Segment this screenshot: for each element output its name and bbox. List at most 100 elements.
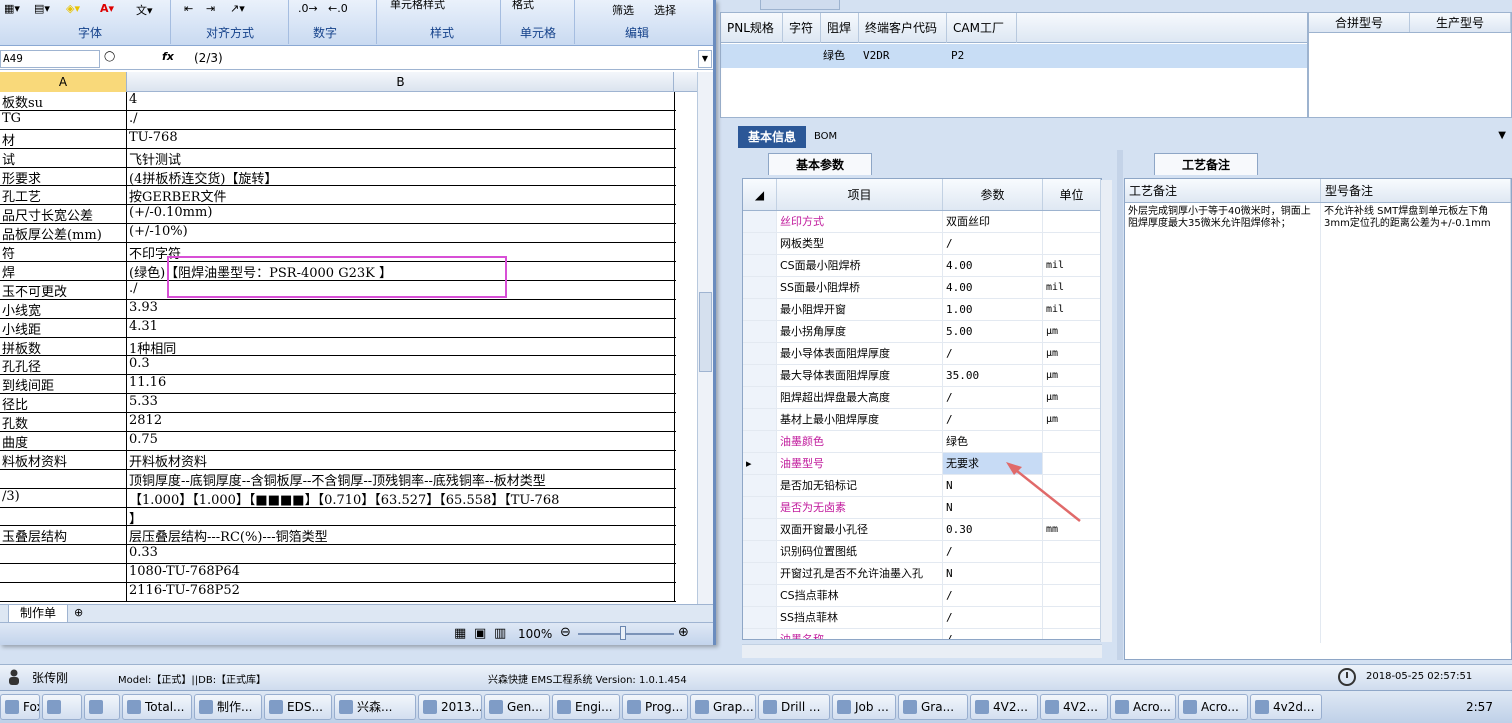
row-indicator[interactable] xyxy=(743,409,777,430)
cell-a[interactable]: 形要求 xyxy=(0,167,127,186)
cell-a[interactable] xyxy=(0,469,127,488)
sheet-row[interactable]: 小线宽 3.93 xyxy=(0,299,676,319)
fill-color-icon[interactable]: ◈▾ xyxy=(66,2,80,15)
page-layout-icon[interactable]: ▣ xyxy=(474,626,486,641)
cell-b[interactable]: 飞针测试 xyxy=(127,148,675,167)
params-vertical-scrollbar[interactable] xyxy=(1100,180,1112,642)
param-value[interactable]: 4.00 xyxy=(943,277,1043,298)
row-indicator[interactable] xyxy=(743,299,777,320)
col-merge-model[interactable]: 合拼型号 xyxy=(1309,13,1410,32)
current-row-indicator-icon[interactable]: ▸ xyxy=(743,453,777,474)
sheet-row[interactable]: 小线距 4.31 xyxy=(0,318,676,338)
param-value[interactable]: / xyxy=(943,607,1043,628)
decrease-decimal-icon[interactable]: ←.0 xyxy=(328,2,348,15)
taskbar-item[interactable]: Total... xyxy=(122,694,192,720)
param-value[interactable]: 绿色 xyxy=(943,431,1043,452)
cell-a[interactable]: 拼板数 xyxy=(0,337,127,356)
row-indicator[interactable] xyxy=(743,563,777,584)
col-param[interactable]: 参数 xyxy=(943,179,1043,210)
param-value[interactable]: 4.00 xyxy=(943,255,1043,276)
taskbar-item[interactable]: Job ... xyxy=(832,694,896,720)
row-indicator[interactable] xyxy=(743,343,777,364)
sheet-row[interactable]: 2116-TU-768P52 xyxy=(0,583,676,603)
cell-a[interactable]: 孔工艺 xyxy=(0,186,127,205)
model-notes-text[interactable]: 不允许补线 SMT焊盘到单元板左下角3mm定位孔的距离公差为+/-0.1mm xyxy=(1321,203,1511,643)
sheet-row[interactable]: 材 TU-768 xyxy=(0,129,676,149)
params-row[interactable]: 阻焊超出焊盘最大高度 / μm xyxy=(743,387,1101,409)
row-indicator[interactable] xyxy=(743,475,777,496)
cell-b[interactable]: 1种相同 xyxy=(127,337,675,356)
increase-decimal-icon[interactable]: .0→ xyxy=(298,2,318,15)
sheet-row[interactable]: 孔孔径 0.3 xyxy=(0,356,676,376)
taskbar-item[interactable]: Acro... xyxy=(1110,694,1176,720)
cell-a[interactable]: 玉不可更改 xyxy=(0,280,127,299)
tab-process-notes[interactable]: 工艺备注 xyxy=(1154,153,1258,175)
cell-a[interactable]: 玉叠层结构 xyxy=(0,526,127,545)
taskbar-item[interactable] xyxy=(42,694,82,720)
param-value[interactable]: 5.00 xyxy=(943,321,1043,342)
params-row[interactable]: CS面最小阻焊桥 4.00 mil xyxy=(743,255,1101,277)
cell-a[interactable] xyxy=(0,507,127,526)
params-row[interactable]: 最小阻焊开窗 1.00 mil xyxy=(743,299,1101,321)
params-row[interactable]: 识别码位置图纸 / xyxy=(743,541,1101,563)
cell-a[interactable]: 板数su xyxy=(0,92,127,110)
taskbar-item[interactable] xyxy=(84,694,120,720)
sheet-row[interactable]: 品板厚公差(mm) (+/-10%) xyxy=(0,224,676,244)
sheet-row[interactable]: 孔数 2812 xyxy=(0,413,676,433)
cell-a[interactable]: 小线宽 xyxy=(0,299,127,318)
cell-a[interactable]: 曲度 xyxy=(0,432,127,450)
params-row[interactable]: 最小导体表面阻焊厚度 / μm xyxy=(743,343,1101,365)
cell-b[interactable]: 4 xyxy=(127,92,675,110)
panel-splitter[interactable] xyxy=(1117,150,1123,660)
col-item[interactable]: 项目 xyxy=(777,179,943,210)
zoom-in-icon[interactable]: ⊕ xyxy=(678,625,689,640)
border-icon[interactable]: ▦▾ xyxy=(4,2,20,15)
cell-b[interactable]: 4.31 xyxy=(127,318,675,337)
top-data-grid[interactable]: PNL规格 字符 阻焊 终端客户代码 CAM工厂 绿色 V2DR P2 xyxy=(720,12,1308,118)
row-indicator[interactable] xyxy=(743,497,777,518)
col-pnl-spec[interactable]: PNL规格 xyxy=(721,13,783,43)
cell-b[interactable]: (+/-10%) xyxy=(127,224,675,243)
column-header-b[interactable]: B xyxy=(128,72,674,92)
cell-b[interactable]: 顶铜厚度--底铜厚度--含铜板厚--不含铜厚--顶残铜率--底残铜率--板材类型 xyxy=(127,469,675,488)
top-button-strip[interactable] xyxy=(760,0,840,10)
font-color-icon[interactable]: A▾ xyxy=(100,2,114,15)
param-value[interactable]: 1.00 xyxy=(943,299,1043,320)
cell-a[interactable] xyxy=(0,564,127,583)
name-box[interactable]: A49 xyxy=(0,50,100,68)
spreadsheet-grid[interactable]: 板数su 4 TG ./材 TU-768 试飞针测试 形要求 (4拼板桥连交货)【旋转】 孔工艺… xyxy=(0,92,676,604)
row-indicator[interactable] xyxy=(743,255,777,276)
cell-style-button[interactable]: 单元格样式 xyxy=(390,0,445,12)
sheet-row[interactable]: 孔工艺 按GERBER文件 xyxy=(0,186,676,206)
merge-model-grid[interactable]: 合拼型号 生产型号 xyxy=(1308,12,1512,118)
cell-b[interactable]: 1080-TU-768P64 xyxy=(127,564,675,583)
cell-b[interactable]: (4拼板桥连交货)【旋转】 xyxy=(127,167,675,186)
sheet-row[interactable]: 拼板数 1种相同 xyxy=(0,337,676,357)
params-horizontal-scrollbar[interactable] xyxy=(742,644,1102,658)
page-break-icon[interactable]: ▥ xyxy=(494,626,506,641)
cell-a[interactable]: 试 xyxy=(0,148,127,167)
tab-basic-info[interactable]: 基本信息 xyxy=(738,126,806,148)
params-row[interactable]: 丝印方式 双面丝印 xyxy=(743,211,1101,233)
cell-a[interactable]: 符 xyxy=(0,243,127,262)
cell-b[interactable]: 0.3 xyxy=(127,356,675,375)
col-process-notes[interactable]: 工艺备注 xyxy=(1125,179,1321,202)
sheet-row[interactable]: 玉叠层结构 层压叠层结构---RC(%)---铜箔类型 xyxy=(0,526,676,546)
tab-basic-params[interactable]: 基本参数 xyxy=(768,153,872,175)
taskbar-item[interactable]: Drill ... xyxy=(758,694,830,720)
sheet-row[interactable]: 1080-TU-768P64 xyxy=(0,564,676,584)
normal-view-icon[interactable]: ▦ xyxy=(454,626,466,641)
cell-a[interactable]: /3) xyxy=(0,488,127,507)
cell-b[interactable]: 】 xyxy=(127,507,675,526)
taskbar-item[interactable]: Prog... xyxy=(622,694,688,720)
sheet-row[interactable]: 品尺寸长宽公差 (+/-0.10mm) xyxy=(0,205,676,225)
params-row[interactable]: CS挡点菲林 / xyxy=(743,585,1101,607)
cell-b[interactable]: 按GERBER文件 xyxy=(127,186,675,205)
scroll-thumb[interactable] xyxy=(699,292,712,372)
sheet-row[interactable]: 到线间距 11.16 xyxy=(0,375,676,395)
cell-a[interactable]: 材 xyxy=(0,129,127,148)
params-row[interactable]: 油墨名称 / xyxy=(743,629,1101,639)
params-row[interactable]: SS面最小阻焊桥 4.00 mil xyxy=(743,277,1101,299)
taskbar-item[interactable]: 4V2... xyxy=(970,694,1038,720)
cell-b[interactable]: 0.75 xyxy=(127,432,675,450)
